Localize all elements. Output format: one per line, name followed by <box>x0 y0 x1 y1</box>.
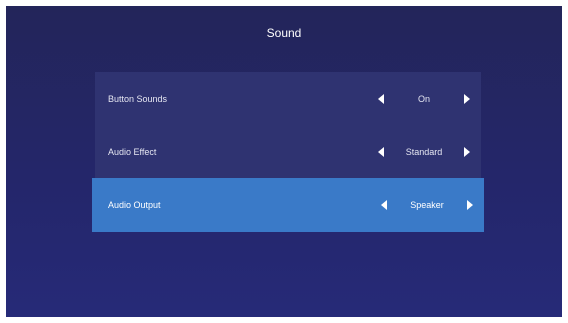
setting-value: Speaker <box>410 200 444 210</box>
setting-label: Audio Effect <box>108 146 157 157</box>
setting-label: Button Sounds <box>108 93 168 104</box>
setting-row-button-sounds[interactable]: Button Sounds On <box>95 72 481 125</box>
setting-value: On <box>417 93 430 104</box>
triangle-left-icon[interactable] <box>378 146 384 157</box>
triangle-left-icon[interactable] <box>381 200 387 210</box>
setting-value: Standard <box>405 146 443 157</box>
setting-label: Audio Output <box>108 200 161 210</box>
page-title: Sound <box>266 26 302 40</box>
triangle-right-icon[interactable] <box>467 200 473 210</box>
setting-row-audio-output[interactable]: Audio Output Speaker <box>92 178 484 232</box>
sound-settings-screen: Sound Button Sounds On Audio Effect Stan… <box>6 6 562 317</box>
triangle-left-icon[interactable] <box>378 93 384 104</box>
triangle-right-icon[interactable] <box>464 93 470 104</box>
triangle-right-icon[interactable] <box>464 146 470 157</box>
setting-row-audio-effect[interactable]: Audio Effect Standard <box>95 125 481 178</box>
